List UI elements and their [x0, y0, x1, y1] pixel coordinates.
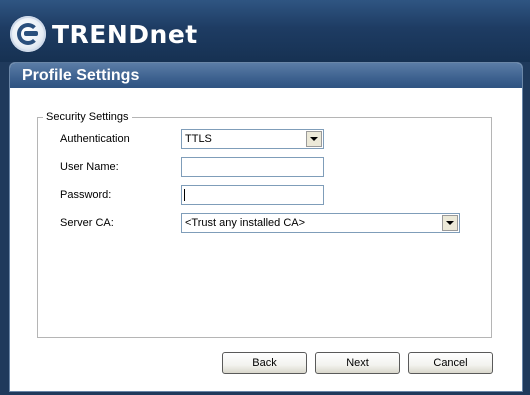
brand-logo-text: TRENDnet [52, 19, 198, 49]
chevron-down-icon[interactable] [306, 131, 322, 147]
username-label: User Name: [60, 161, 119, 173]
password-label: Password: [60, 189, 112, 201]
panel-title: Profile Settings [10, 63, 522, 88]
server-ca-select[interactable]: <Trust any installed CA> [181, 213, 460, 233]
next-button[interactable]: Next [315, 352, 400, 374]
brand-logo: TRENDnet [10, 14, 198, 54]
text-cursor [184, 189, 185, 201]
profile-settings-panel: Profile Settings Security Settings Authe… [9, 62, 523, 392]
server-ca-label: Server CA: [60, 217, 114, 229]
trendnet-logo-icon [10, 16, 46, 52]
chevron-down-icon[interactable] [442, 215, 458, 231]
authentication-select[interactable]: TTLS [181, 129, 324, 149]
authentication-value: TTLS [185, 133, 212, 145]
group-legend: Security Settings [46, 111, 129, 123]
password-input[interactable] [181, 185, 324, 205]
header-bar: TRENDnet [0, 0, 530, 62]
back-button[interactable]: Back [222, 352, 307, 374]
server-ca-value: <Trust any installed CA> [185, 217, 306, 229]
cancel-button[interactable]: Cancel [408, 352, 493, 374]
authentication-label: Authentication [60, 133, 130, 145]
username-input[interactable] [181, 157, 324, 177]
